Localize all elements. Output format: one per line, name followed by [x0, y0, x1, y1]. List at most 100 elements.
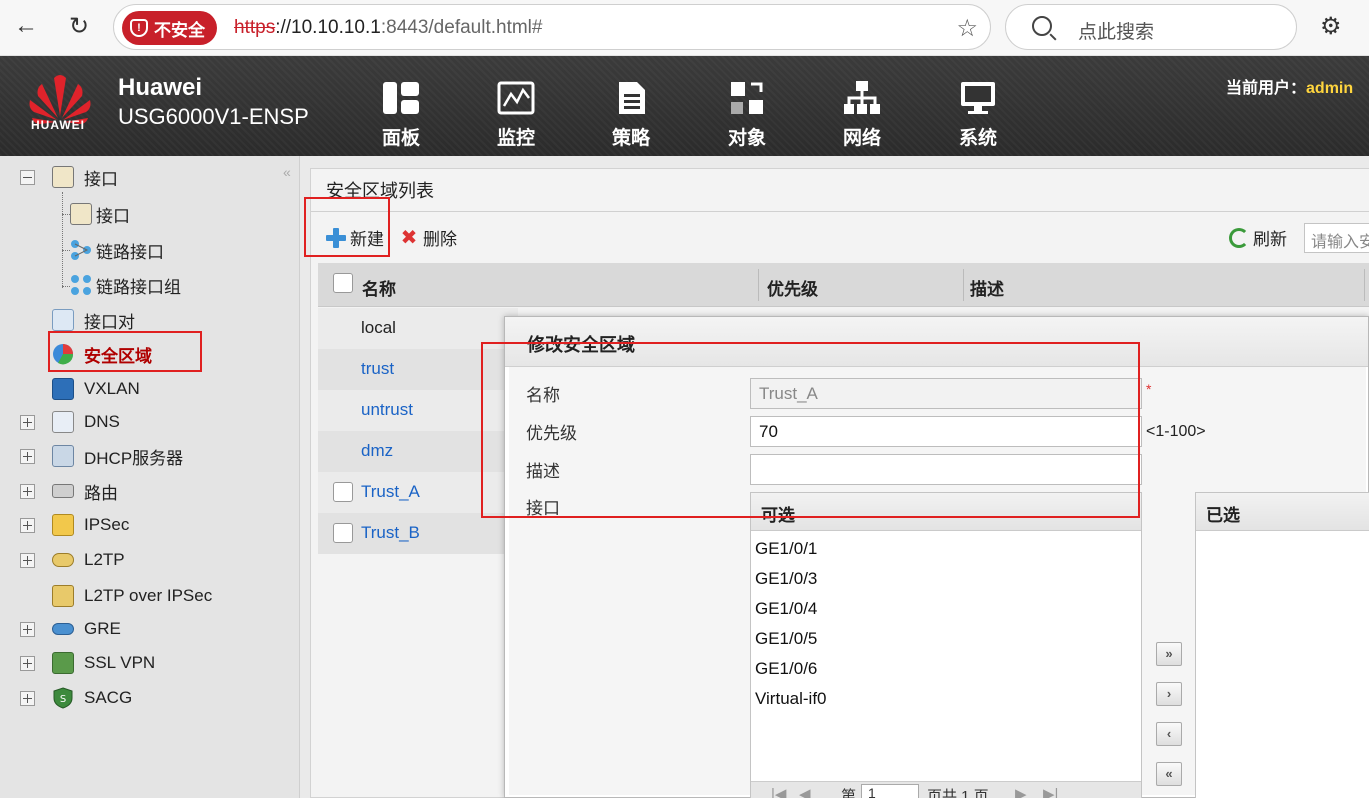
browser-search-box[interactable]: 点此搜索	[1005, 4, 1297, 50]
delete-button[interactable]: ✖ 删除	[399, 225, 457, 250]
move-all-left-button[interactable]: «	[1156, 762, 1182, 786]
list-item[interactable]: Virtual-if0	[755, 689, 827, 709]
first-page-icon[interactable]: |◀	[771, 785, 786, 798]
move-left-button[interactable]: ‹	[1156, 722, 1182, 746]
sidebar-item-l2tp-over-ipsec[interactable]: L2TP over IPSec	[52, 581, 212, 611]
list-item[interactable]: GE1/0/1	[755, 539, 817, 559]
expand-toggle-icon[interactable]	[20, 553, 35, 568]
sidebar-item-dhcp-server[interactable]: DHCP服务器	[52, 441, 183, 471]
expand-toggle-icon[interactable]	[20, 622, 35, 637]
l2tp-icon	[52, 553, 74, 567]
current-user: 当前用户：admin	[1226, 80, 1354, 97]
highlight-box-security-zone	[48, 331, 202, 372]
reload-icon[interactable]: ↻	[61, 8, 97, 44]
zone-name-link[interactable]: trust	[361, 359, 394, 379]
network-icon	[844, 81, 880, 114]
zone-search-input[interactable]: 请输入安	[1304, 223, 1369, 253]
expand-toggle-icon[interactable]	[20, 656, 35, 671]
sidebar-item-route[interactable]: 路由	[52, 476, 118, 506]
list-item[interactable]: GE1/0/5	[755, 629, 817, 649]
tree-line	[62, 286, 70, 287]
column-divider	[963, 269, 964, 301]
sidebar-item-link-interface-group[interactable]: 链路接口组	[70, 270, 181, 300]
priority-range-hint: <1-100>	[1146, 423, 1206, 440]
refresh-button[interactable]: 刷新	[1229, 225, 1287, 250]
next-page-icon[interactable]: ▶	[1015, 785, 1027, 798]
menu-system[interactable]: 系统	[943, 80, 1013, 150]
expand-toggle-icon[interactable]	[20, 484, 35, 499]
zone-name-link[interactable]: untrust	[361, 400, 413, 420]
brand-name: Huawei	[118, 74, 203, 101]
ssl-vpn-icon	[52, 652, 74, 674]
interface-icon	[52, 166, 74, 188]
url-text[interactable]: https://10.10.10.1:8443/default.html#	[234, 17, 542, 39]
select-all-checkbox[interactable]	[333, 273, 353, 293]
sidebar-item-l2tp[interactable]: L2TP	[52, 545, 125, 575]
zone-name-link[interactable]: Trust_A	[361, 482, 420, 502]
collapse-toggle-icon[interactable]	[20, 170, 35, 185]
row-checkbox[interactable]	[333, 523, 353, 543]
sidebar-item-interface-group[interactable]: 接口	[52, 162, 118, 192]
expand-toggle-icon[interactable]	[20, 691, 35, 706]
column-divider	[1364, 269, 1365, 301]
sidebar-item-ssl-vpn[interactable]: SSL VPN	[52, 648, 155, 678]
expand-toggle-icon[interactable]	[20, 415, 35, 430]
sidebar-item-vxlan[interactable]: VXLAN	[52, 374, 140, 404]
selected-interfaces-list[interactable]: 已选	[1195, 492, 1369, 798]
last-page-icon[interactable]: ▶|	[1043, 785, 1058, 798]
page-total: 页共 1 页	[927, 788, 989, 798]
back-arrow-icon[interactable]: ←	[8, 8, 44, 44]
dashboard-icon	[383, 82, 419, 114]
dhcp-server-icon	[52, 445, 74, 467]
menu-dashboard[interactable]: 面板	[366, 80, 436, 150]
router-icon	[52, 484, 74, 498]
list-item[interactable]: GE1/0/6	[755, 659, 817, 679]
expand-toggle-icon[interactable]	[20, 449, 35, 464]
expand-toggle-icon[interactable]	[20, 518, 35, 533]
menu-monitor[interactable]: 监控	[481, 80, 551, 150]
link-interface-group-icon	[70, 274, 92, 296]
ipsec-lock-icon	[52, 514, 74, 536]
sidebar-item-ipsec[interactable]: IPSec	[52, 510, 129, 540]
column-description[interactable]: 描述	[970, 275, 1004, 300]
svg-text:S: S	[60, 694, 66, 705]
sidebar-nav: « 接口 接口 链路接口 链路接口组 接口对 安全区域 VXLAN DNS DH…	[0, 156, 300, 798]
zone-name-link[interactable]: Trust_B	[361, 523, 420, 543]
list-item[interactable]: GE1/0/3	[755, 569, 817, 589]
user-name[interactable]: admin	[1306, 80, 1353, 97]
address-bar[interactable]: ! 不安全 https://10.10.10.1:8443/default.ht…	[113, 4, 991, 50]
system-icon	[961, 82, 995, 114]
sidebar-item-link-interface[interactable]: 链路接口	[70, 235, 164, 265]
bookmark-star-icon[interactable]: ☆	[956, 14, 978, 43]
column-name[interactable]: 名称	[362, 275, 396, 300]
prev-page-icon[interactable]: ◀	[799, 785, 811, 798]
list-item[interactable]: GE1/0/4	[755, 599, 817, 619]
sidebar-item-interface[interactable]: 接口	[70, 199, 130, 229]
move-all-right-button[interactable]: »	[1156, 642, 1182, 666]
required-marker: *	[1146, 381, 1152, 397]
collapse-sidebar-icon[interactable]: «	[283, 164, 291, 180]
column-priority[interactable]: 优先级	[767, 275, 818, 300]
delete-x-icon: ✖	[400, 226, 418, 249]
menu-object[interactable]: 对象	[712, 80, 782, 150]
extensions-puzzle-icon[interactable]: ⚙	[1320, 12, 1342, 41]
available-interfaces-list[interactable]: 可选 GE1/0/1 GE1/0/3 GE1/0/4 GE1/0/5 GE1/0…	[750, 492, 1142, 798]
sidebar-item-sacg[interactable]: S SACG	[52, 683, 132, 713]
shield-icon: !	[130, 19, 148, 37]
security-warning-badge[interactable]: ! 不安全	[122, 11, 217, 45]
sidebar-item-dns[interactable]: DNS	[52, 407, 120, 437]
sidebar-item-gre[interactable]: GRE	[52, 614, 121, 644]
row-checkbox[interactable]	[333, 482, 353, 502]
zone-name: local	[361, 318, 396, 337]
title-separator	[311, 211, 1369, 212]
list-pager: |◀ ◀ 第 1 页共 1 页 ▶ ▶|	[751, 781, 1141, 798]
menu-policy[interactable]: 策略	[596, 80, 666, 150]
search-icon	[1032, 16, 1052, 36]
zone-name-link[interactable]: dmz	[361, 441, 393, 461]
interface-icon	[70, 203, 92, 225]
table-row[interactable]: Trust_B	[318, 513, 518, 554]
menu-network[interactable]: 网络	[827, 80, 897, 150]
move-right-button[interactable]: ›	[1156, 682, 1182, 706]
sacg-shield-icon: S	[52, 687, 74, 709]
page-number-input[interactable]: 1	[861, 784, 919, 798]
